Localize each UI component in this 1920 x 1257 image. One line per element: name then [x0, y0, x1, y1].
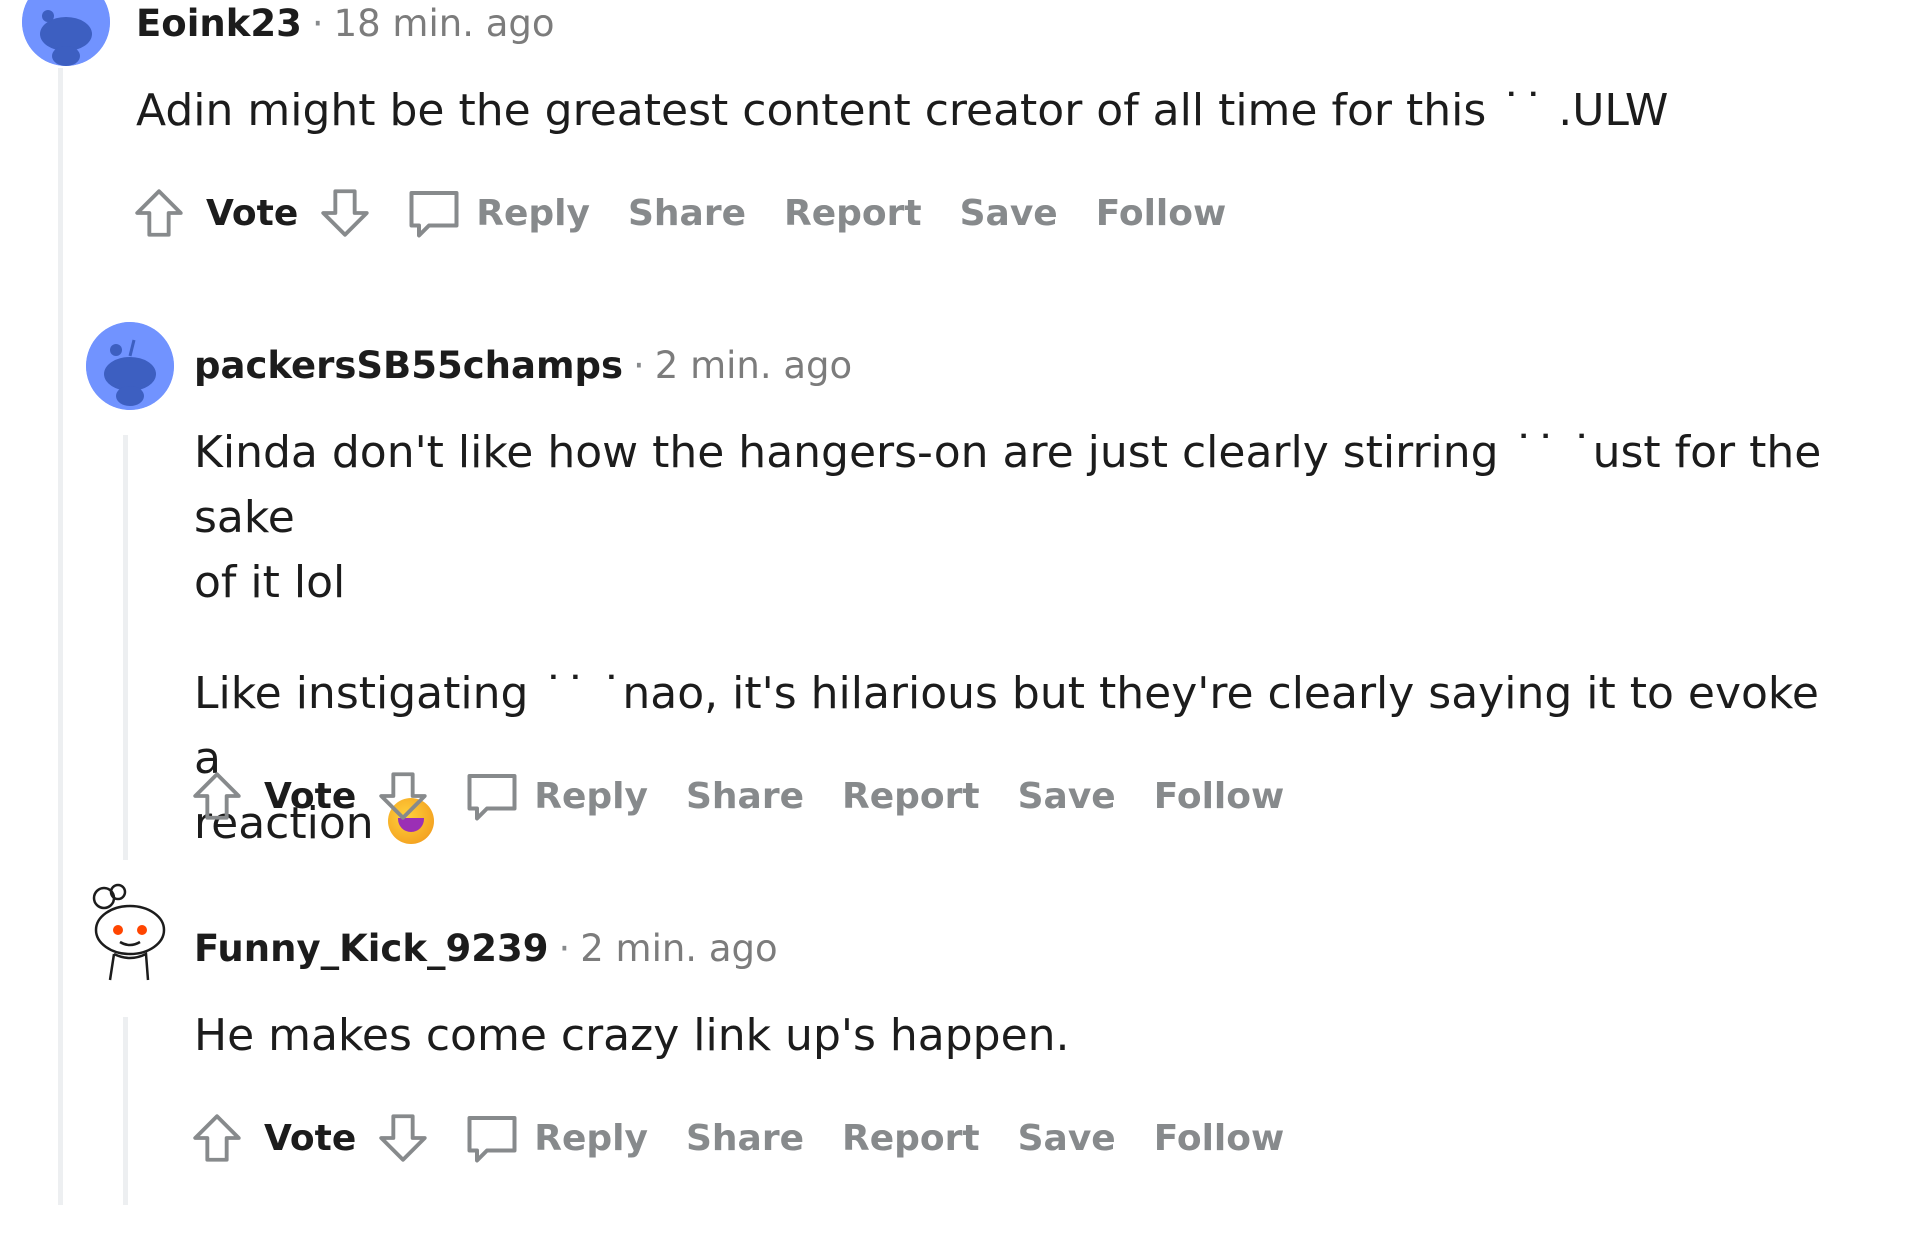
username[interactable]: Funny_Kick_9239	[194, 927, 548, 970]
thread-line-level-2a[interactable]	[123, 435, 128, 860]
follow-button[interactable]: Follow	[1154, 776, 1285, 817]
comment-actions: Vote Reply Share Report Save Follow	[188, 766, 1284, 826]
comment-icon[interactable]	[404, 183, 464, 243]
follow-button[interactable]: Follow	[1154, 1118, 1285, 1159]
comment-icon[interactable]	[462, 1108, 522, 1168]
comment-text: Adin might be the greatest content creat…	[136, 85, 1669, 136]
comment-meta: Eoink23 · 18 min. ago	[136, 2, 555, 45]
upvote-icon[interactable]	[188, 1109, 246, 1167]
snoo-avatar-icon	[86, 322, 174, 410]
comment-actions: Vote Reply Share Report Save Follow	[130, 183, 1226, 243]
comment-icon[interactable]	[462, 766, 522, 826]
reply-button[interactable]: Reply	[534, 776, 648, 817]
save-button[interactable]: Save	[960, 193, 1058, 234]
snoo-avatar-icon	[92, 883, 166, 981]
separator: ·	[633, 344, 645, 387]
downvote-icon[interactable]	[316, 184, 374, 242]
comment-text-line: Kinda don't like how the hangers-on are …	[194, 427, 1822, 543]
save-button[interactable]: Save	[1018, 1118, 1116, 1159]
avatar[interactable]	[86, 880, 174, 988]
snoo-avatar-icon	[22, 0, 110, 66]
downvote-icon[interactable]	[374, 767, 432, 825]
share-button[interactable]: Share	[628, 193, 746, 234]
vote-count: Vote	[264, 1117, 357, 1159]
upvote-icon[interactable]	[130, 184, 188, 242]
separator: ·	[311, 2, 324, 45]
share-button[interactable]: Share	[686, 776, 804, 817]
comment-actions: Vote Reply Share Report Save Follow	[188, 1108, 1284, 1168]
username[interactable]: packersSB55champs	[194, 344, 623, 387]
thread-line-level-1[interactable]	[58, 68, 63, 1205]
upvote-icon[interactable]	[188, 767, 246, 825]
timestamp[interactable]: 2 min. ago	[580, 927, 777, 970]
comment-body: He makes come crazy link up's happen.	[194, 1003, 1070, 1068]
reply-button[interactable]: Reply	[534, 1118, 648, 1159]
share-button[interactable]: Share	[686, 1118, 804, 1159]
report-button[interactable]: Report	[784, 193, 922, 234]
comment-body: Adin might be the greatest content creat…	[136, 78, 1668, 143]
report-button[interactable]: Report	[842, 1118, 980, 1159]
save-button[interactable]: Save	[1018, 776, 1116, 817]
timestamp[interactable]: 18 min. ago	[334, 2, 555, 45]
avatar[interactable]	[22, 0, 110, 66]
vote-count: Vote	[264, 775, 357, 817]
timestamp[interactable]: 2 min. ago	[655, 344, 852, 387]
vote-count: Vote	[206, 192, 299, 234]
reply-button[interactable]: Reply	[476, 193, 590, 234]
report-button[interactable]: Report	[842, 776, 980, 817]
comment-text: He makes come crazy link up's happen.	[194, 1010, 1070, 1061]
comment-thread: Eoink23 · 18 min. ago Adin might be the …	[0, 0, 1920, 1257]
username[interactable]: Eoink23	[136, 2, 302, 45]
thread-line-level-2b[interactable]	[123, 1017, 128, 1205]
separator: ·	[558, 927, 571, 970]
follow-button[interactable]: Follow	[1096, 193, 1227, 234]
comment-meta: packersSB55champs · 2 min. ago	[194, 344, 852, 387]
comment-meta: Funny_Kick_9239 · 2 min. ago	[194, 927, 778, 970]
downvote-icon[interactable]	[374, 1109, 432, 1167]
avatar[interactable]	[86, 322, 174, 410]
comment-text-line: of it lol	[194, 557, 346, 608]
